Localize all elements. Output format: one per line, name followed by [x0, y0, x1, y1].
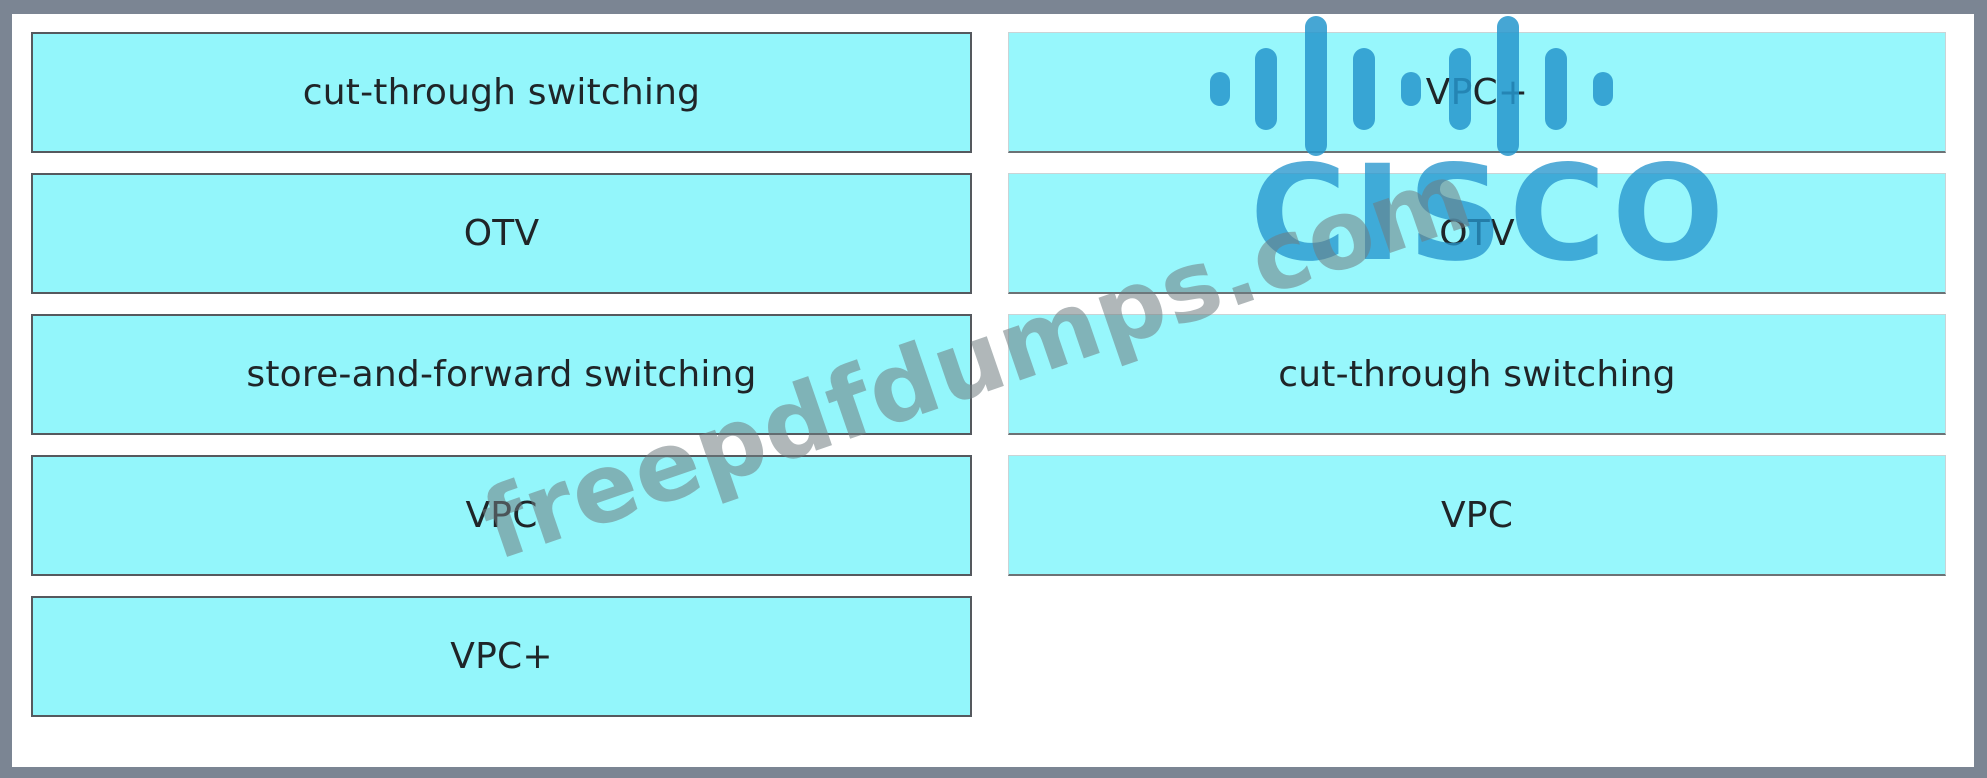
drop-target-item[interactable]: VPC+	[1008, 32, 1946, 153]
answer-choices-column: cut-through switching OTV store-and-forw…	[31, 32, 972, 717]
drop-target-item[interactable]: cut-through switching	[1008, 314, 1946, 435]
drop-target-item[interactable]: VPC	[1008, 455, 1946, 576]
answer-targets-column: VPC+ OTV cut-through switching VPC	[1008, 32, 1946, 576]
draggable-item[interactable]: VPC	[31, 455, 972, 576]
drop-target-item[interactable]: OTV	[1008, 173, 1946, 294]
draggable-item[interactable]: cut-through switching	[31, 32, 972, 153]
draggable-item[interactable]: VPC+	[31, 596, 972, 717]
draggable-item[interactable]: OTV	[31, 173, 972, 294]
draggable-item[interactable]: store-and-forward switching	[31, 314, 972, 435]
